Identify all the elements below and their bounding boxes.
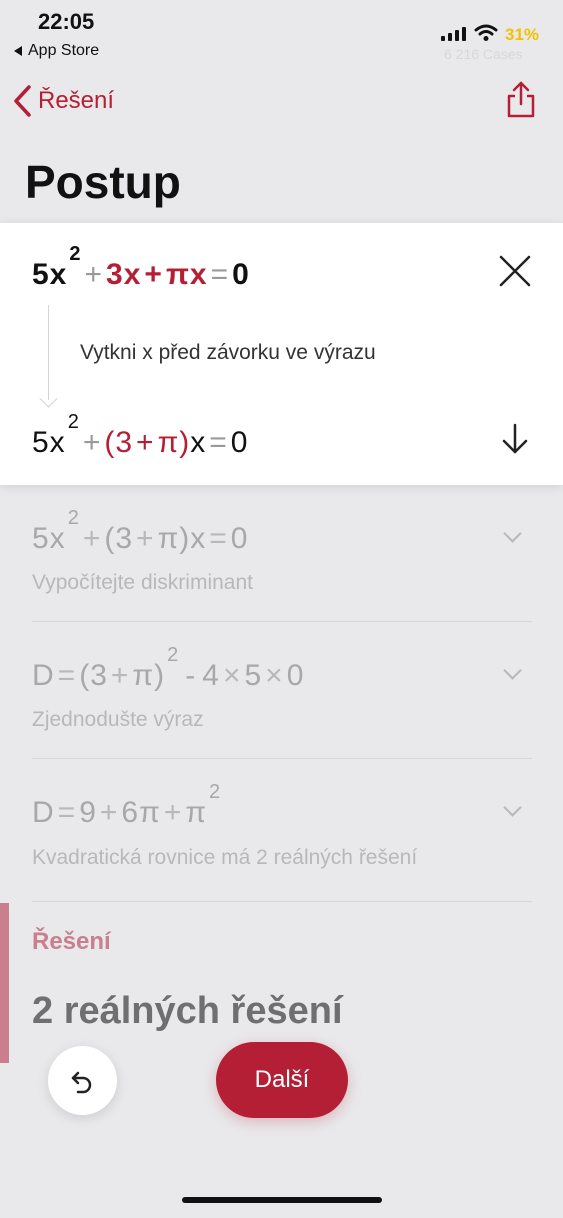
solution-label: Řešení: [32, 928, 111, 955]
paren-highlight: ): [179, 426, 191, 459]
home-indicator[interactable]: [182, 1197, 382, 1203]
step-description: Vytkni x před závorku ve výrazu: [80, 341, 376, 364]
operator: +: [82, 522, 102, 555]
step-equation: D = 9 + 6π + π 2: [32, 782, 221, 830]
term: 4: [202, 659, 220, 692]
battery-percent: 31%: [505, 25, 540, 44]
share-icon[interactable]: [505, 80, 537, 120]
term: D: [32, 659, 55, 692]
solution-accent-bar: [0, 903, 9, 1063]
term: x: [190, 522, 207, 555]
paren: ): [154, 659, 166, 692]
operator: =: [57, 659, 77, 692]
back-to-app-store[interactable]: App Store: [14, 42, 99, 60]
step-equation: 5x 2 + ( 3 + π ) x = 0: [32, 508, 249, 556]
operator: =: [57, 796, 77, 829]
step-arrow-line: [48, 305, 49, 400]
operator: +: [84, 258, 104, 291]
undo-icon: [71, 1071, 91, 1093]
wifi-icon: [474, 24, 498, 41]
status-time: 22:05: [38, 9, 95, 34]
operator: +: [136, 522, 155, 555]
back-triangle-icon: [14, 46, 22, 56]
term: 0: [230, 426, 249, 459]
term-highlight: 3: [115, 426, 134, 459]
operator: =: [210, 258, 230, 291]
operator: +: [82, 426, 102, 459]
undo-button[interactable]: [48, 1046, 117, 1115]
back-app-label: App Store: [28, 42, 100, 59]
operator: -: [185, 659, 197, 692]
operator: ×: [222, 659, 242, 692]
term: 9: [79, 796, 97, 829]
term-highlight: πx: [165, 258, 208, 291]
page-title: Postup: [25, 156, 181, 208]
operator: =: [209, 522, 228, 555]
term: π: [157, 522, 180, 555]
term: 0: [230, 522, 249, 555]
term: 5: [244, 659, 263, 692]
divider: [32, 901, 532, 902]
step-equation: D = ( 3 + π ) 2 - 4 × 5 × 0: [32, 645, 305, 693]
operator: +: [110, 659, 130, 692]
step-note: Kvadratická rovnice má 2 reálných řešení: [32, 846, 418, 869]
step-note: Zjednodušte výraz: [32, 708, 204, 731]
operator-highlight: +: [136, 426, 155, 459]
term: 5x: [32, 258, 68, 291]
exponent: 2: [209, 781, 222, 803]
exponent: 2: [167, 644, 180, 666]
term: π: [132, 659, 155, 692]
operator: ×: [265, 659, 284, 692]
exponent: 2: [67, 411, 80, 433]
close-icon[interactable]: [498, 254, 532, 288]
paren-highlight: (: [104, 426, 116, 459]
exponent: 2: [69, 243, 82, 265]
nav-back-label: Řešení: [38, 87, 115, 114]
term: 6π: [121, 796, 161, 829]
solution-value: 2 reálných řešení: [32, 990, 343, 1032]
step-note: Vypočítejte diskriminant: [32, 571, 253, 594]
expanded-step-equation: 5x 2 + 3x + πx = 0: [32, 244, 250, 292]
term: 3: [90, 659, 108, 692]
exponent: 2: [67, 507, 80, 529]
term-highlight: π: [157, 426, 180, 459]
operator: +: [163, 796, 183, 829]
term: 0: [286, 659, 305, 692]
cellular-signal-icon: [441, 25, 466, 41]
paren: (: [104, 522, 116, 555]
term: π: [185, 796, 208, 829]
term: D: [32, 796, 55, 829]
arrow-down-icon[interactable]: [501, 423, 529, 455]
paren: (: [79, 659, 91, 692]
step-row[interactable]: [0, 759, 563, 901]
term: 5x: [32, 426, 66, 459]
nav-back-button[interactable]: Řešení: [12, 84, 114, 118]
term: 3: [115, 522, 134, 555]
term-highlight: 3x: [106, 258, 142, 291]
term: 5x: [32, 522, 66, 555]
term: x: [190, 426, 207, 459]
chevron-left-icon: [14, 85, 31, 117]
operator: +: [99, 796, 119, 829]
paren: ): [179, 522, 191, 555]
operator: =: [209, 426, 228, 459]
cases-label: 6 216 Cases: [444, 46, 523, 62]
operator-highlight: +: [144, 258, 163, 291]
expanded-step-result: 5x 2 + ( 3 + π ) x = 0: [32, 412, 249, 460]
term: 0: [232, 258, 250, 291]
next-button[interactable]: Další: [216, 1042, 348, 1118]
